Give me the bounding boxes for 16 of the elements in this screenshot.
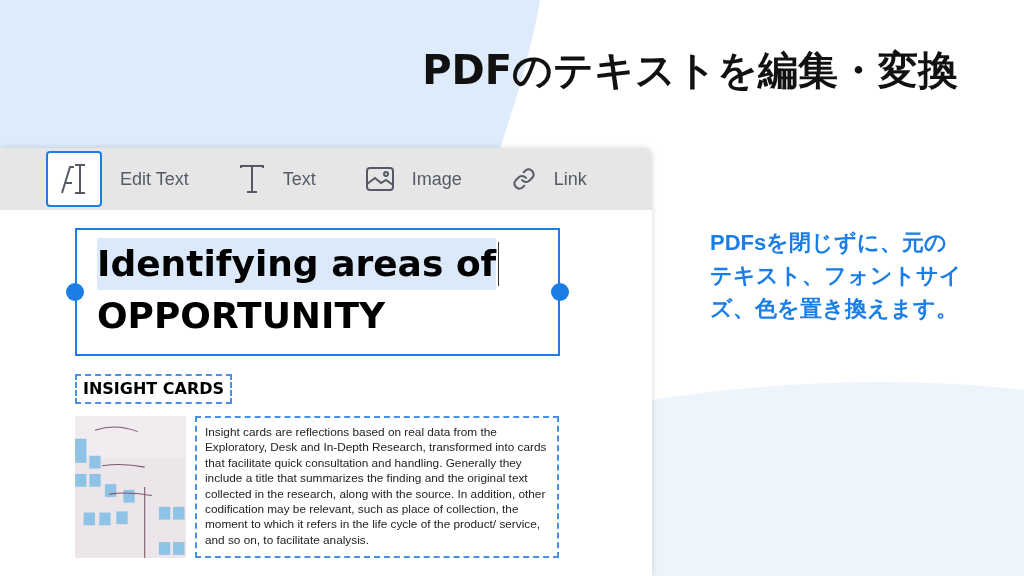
link-icon xyxy=(511,167,536,191)
tool-button[interactable]: Image xyxy=(365,165,462,193)
section-heading[interactable]: INSIGHT CARDS xyxy=(75,374,233,404)
tool-button[interactable]: Text xyxy=(238,164,316,194)
text-cursor xyxy=(498,242,500,286)
headline: PDFのテキストを編集・変換 xyxy=(422,46,958,95)
title-line: OPPORTUNITY xyxy=(97,294,386,338)
text-icon xyxy=(238,164,265,194)
resize-handle[interactable] xyxy=(66,283,84,301)
tool-button[interactable]: Edit Text xyxy=(46,151,189,207)
title-text-box[interactable]: Identifying areas of OPPORTUNITY xyxy=(75,228,560,356)
resize-handle[interactable] xyxy=(551,283,569,301)
caption: PDFsを閉じずに、元の テキスト、フォントサイ ズ、色を置き換えます。 xyxy=(710,229,963,323)
paragraph[interactable]: Insight cards are reflections based on real data from the Exploratory, Desk and In-Depth Research, transformed into cards that facilitate quick consultation and handling. Generally they include a title that summarizes the finding and the original text collected in the research, along with the source. In addition, other codification may be relevant, such as place of collection, the moment to which it refers in the life cycle of the product/ service, and so on, to facilitate analysis. xyxy=(195,416,559,558)
image-icon xyxy=(365,167,394,191)
tool-button[interactable]: Link xyxy=(511,165,587,193)
